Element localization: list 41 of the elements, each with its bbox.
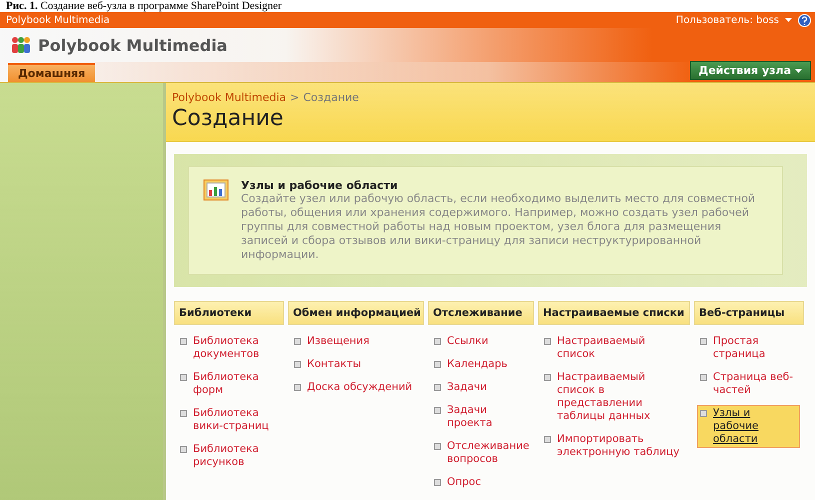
- breadcrumb-item: Создание: [303, 91, 359, 104]
- create-link[interactable]: Библиотека форм: [177, 369, 280, 399]
- site-title: Polybook Multimedia: [38, 36, 228, 54]
- category-header: Библиотеки: [174, 301, 284, 325]
- user-menu[interactable]: Пользователь: boss: [676, 14, 779, 26]
- create-link[interactable]: Календарь: [431, 356, 530, 373]
- create-link[interactable]: Библиотека рисунков: [177, 441, 280, 471]
- nav-tab[interactable]: Домашняя: [8, 63, 96, 82]
- create-link[interactable]: Задачи проекта: [431, 402, 530, 432]
- create-link[interactable]: Импортировать электронную таблицу: [541, 431, 686, 461]
- caret-icon: [795, 68, 802, 72]
- site-name[interactable]: Polybook Multimedia: [6, 14, 110, 26]
- create-link[interactable]: Опрос: [431, 474, 530, 491]
- create-link[interactable]: Доска обсуждений: [291, 379, 420, 396]
- create-link[interactable]: Простая страница: [697, 333, 800, 363]
- create-link[interactable]: Библиотека вики-страниц: [177, 405, 280, 435]
- category-header: Веб-страницы: [694, 301, 804, 325]
- caret-icon: [785, 18, 792, 22]
- site-icon: [203, 179, 229, 201]
- category-header: Отслеживание: [428, 301, 534, 325]
- description-text: Создайте узел или рабочую область, если необходимо выделить место для совместной работы, общения или хранения содержимого. Например, можно создать узел рабочей группы для совместной работы над новым проектом, узел блога для размещения записей и сбора отзывов или вики-страницу для записи неструктурированной информации.: [241, 192, 756, 262]
- category-header: Обмен информацией: [288, 301, 424, 325]
- breadcrumb-separator: >: [290, 91, 300, 104]
- create-link[interactable]: Извещения: [291, 333, 420, 350]
- create-link[interactable]: Библиотека документов: [177, 333, 280, 363]
- help-icon[interactable]: [798, 14, 811, 26]
- create-link[interactable]: Задачи: [431, 379, 530, 396]
- create-link[interactable]: Контакты: [291, 356, 420, 373]
- create-link[interactable]: Настраиваемый список в представлении таблицы данных: [541, 369, 686, 425]
- create-link[interactable]: Настраиваемый список: [541, 333, 686, 363]
- category-header: Настраиваемые списки: [538, 301, 690, 325]
- create-link[interactable]: Ссылки: [431, 333, 530, 350]
- people-icon: [10, 36, 32, 54]
- breadcrumb-item[interactable]: Polybook Multimedia: [172, 91, 286, 104]
- site-actions-button[interactable]: Действия узла: [690, 61, 811, 80]
- page-title: Создание: [172, 106, 284, 131]
- create-link[interactable]: Узлы и рабочие области: [697, 405, 800, 448]
- description-title: Узлы и рабочие области: [241, 179, 399, 192]
- create-link[interactable]: Отслеживание вопросов: [431, 438, 530, 468]
- figure-caption: Рис. 1. Создание веб-узла в программе SharePoint Designer: [5, 0, 283, 12]
- create-link[interactable]: Страница веб-частей: [697, 369, 800, 399]
